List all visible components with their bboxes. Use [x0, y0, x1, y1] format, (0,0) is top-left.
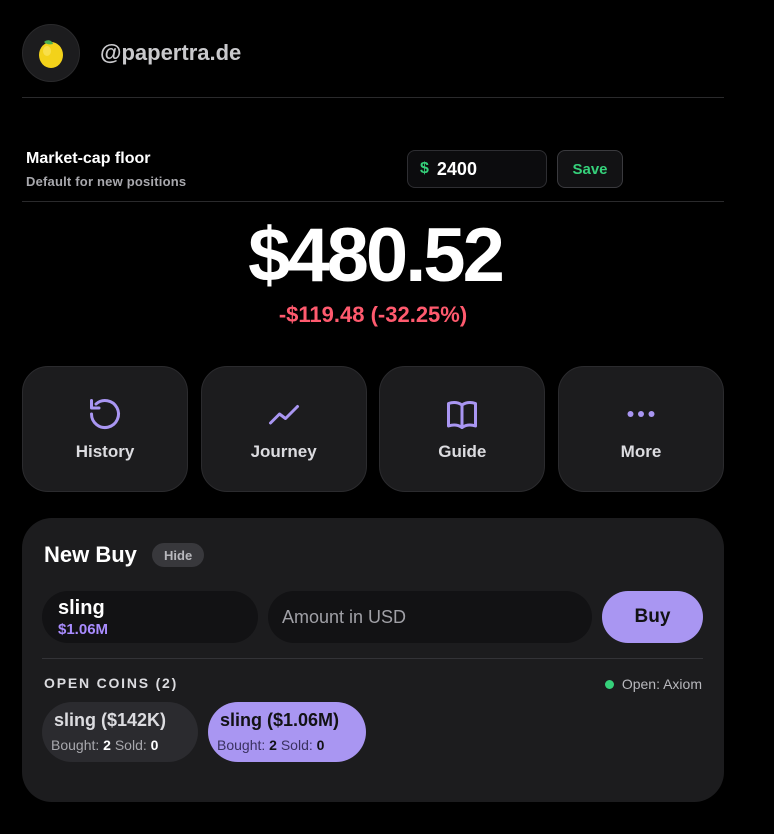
- coin-chip-name: sling ($142K): [54, 710, 167, 730]
- save-button[interactable]: Save: [557, 150, 623, 188]
- history-label: History: [75, 442, 135, 461]
- open-coins-label: OPEN COINS (2): [44, 675, 179, 691]
- market-cap-floor-row: Market-cap floor Default for new positio…: [26, 150, 724, 190]
- history-icon: [90, 399, 120, 430]
- header-divider: [22, 97, 724, 98]
- trend-line-icon: [268, 405, 299, 425]
- hide-button[interactable]: Hide: [152, 543, 205, 567]
- journey-button[interactable]: Journey: [200, 366, 367, 492]
- coin-chip-stats: Bought: 2 Sold: 0: [51, 737, 158, 753]
- more-dots-icon: [627, 411, 655, 417]
- sold-count: 0: [316, 737, 325, 753]
- action-tiles: History Journey Guide More: [22, 366, 724, 492]
- status-dot-icon: [604, 679, 614, 689]
- history-button[interactable]: History: [22, 366, 188, 492]
- selected-coin-name: sling: [58, 597, 105, 619]
- coin-selector[interactable]: sling $1.06M: [42, 591, 258, 643]
- guide-label: Guide: [438, 442, 487, 461]
- profile-handle: @papertra.de: [100, 40, 242, 65]
- open-coin-chip-selected[interactable]: sling ($1.06M) Bought: 2 Sold: 0: [208, 702, 366, 762]
- selected-coin-market-cap: $1.06M: [58, 621, 109, 638]
- floor-value-input[interactable]: $ 2400: [407, 150, 547, 188]
- journey-label: Journey: [250, 442, 317, 461]
- buy-button[interactable]: Buy: [602, 591, 703, 643]
- card-divider: [42, 658, 703, 659]
- sold-label: Sold:: [280, 737, 313, 753]
- sold-count: 0: [150, 737, 159, 753]
- portfolio-balance: $480.52: [248, 213, 505, 298]
- more-label: More: [620, 442, 662, 461]
- book-icon: [447, 401, 478, 429]
- floor-value: 2400: [436, 158, 477, 179]
- portfolio-change: -$119.48 (-32.25%): [278, 302, 468, 327]
- coin-chip-stats: Bought: 2 Sold: 0: [217, 737, 324, 753]
- profile-header: @papertra.de: [22, 24, 724, 82]
- bought-count: 2: [269, 737, 277, 753]
- open-status-text: Open: Axiom: [621, 676, 702, 692]
- lemon-icon: [39, 40, 63, 68]
- more-button[interactable]: More: [557, 366, 724, 492]
- floor-divider: [22, 201, 724, 202]
- amount-input[interactable]: [268, 591, 592, 643]
- floor-title: Market-cap floor: [26, 150, 151, 167]
- app-page: @papertra.de Market-cap floor Default fo…: [0, 0, 774, 834]
- sold-label: Sold:: [114, 737, 147, 753]
- coin-chip-name: sling ($1.06M): [220, 710, 340, 730]
- new-buy-title: New Buy: [44, 542, 137, 567]
- new-buy-card: New Buy Hide sling $1.06M Buy OPEN COINS…: [22, 518, 724, 802]
- dollar-icon: $: [420, 160, 429, 177]
- guide-button[interactable]: Guide: [379, 366, 546, 492]
- avatar[interactable]: [22, 24, 80, 82]
- bought-count: 2: [103, 737, 111, 753]
- open-coin-chip[interactable]: sling ($142K) Bought: 2 Sold: 0: [42, 702, 198, 762]
- open-status[interactable]: Open: Axiom: [604, 676, 702, 692]
- bought-label: Bought:: [51, 737, 100, 753]
- floor-subtitle: Default for new positions: [26, 174, 187, 189]
- bought-label: Bought:: [217, 737, 266, 753]
